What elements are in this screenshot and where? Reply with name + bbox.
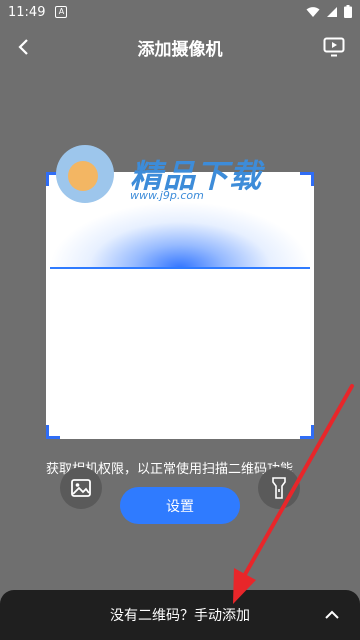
notification-icon: A [55, 6, 68, 18]
app-bar: 添加摄像机 [0, 24, 360, 70]
page-title: 添加摄像机 [137, 39, 223, 60]
manual-add-sheet[interactable]: 没有二维码？手动添加 [0, 590, 360, 640]
battery-icon [344, 5, 352, 18]
frame-corner-top-right [300, 172, 314, 186]
watermark-url: www.j9p.com [130, 189, 204, 202]
status-icons [306, 5, 352, 18]
frame-corner-bottom-left [46, 425, 60, 439]
chevron-up-icon[interactable] [322, 605, 342, 625]
watermark-logo-dot [68, 161, 98, 191]
scan-line [50, 267, 310, 269]
watermark: 精品下载 www.j9p.com [50, 143, 280, 223]
flashlight-button[interactable] [258, 467, 300, 509]
cellular-signal-icon [327, 6, 337, 17]
flashlight-icon [272, 477, 286, 499]
wifi-icon [306, 6, 320, 17]
video-help-icon [323, 37, 345, 57]
help-video-button[interactable] [320, 33, 348, 61]
status-time: 11:49 [8, 4, 46, 20]
manual-add-label: 没有二维码？手动添加 [110, 608, 250, 624]
frame-corner-bottom-right [300, 425, 314, 439]
back-button[interactable] [10, 34, 36, 60]
status-bar: 11:49 A [0, 0, 360, 24]
image-icon [71, 479, 91, 497]
gallery-button[interactable] [60, 467, 102, 509]
chevron-left-icon [18, 39, 28, 55]
settings-button[interactable]: 设置 [120, 487, 240, 524]
